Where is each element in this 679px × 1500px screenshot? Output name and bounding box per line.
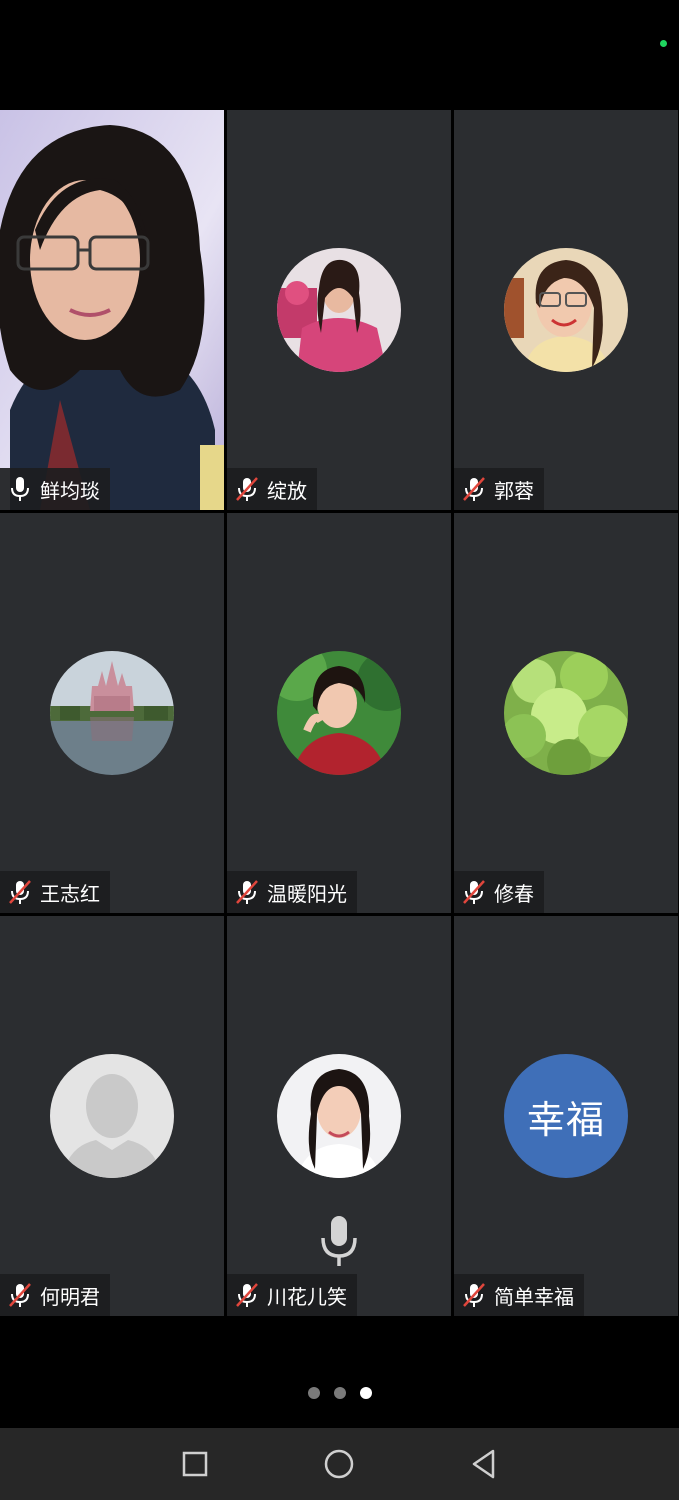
participant-name: 温暖阳光 xyxy=(267,881,347,906)
triangle-back-icon xyxy=(472,1449,495,1479)
recent-apps-button[interactable] xyxy=(177,1446,213,1482)
participant-name-tag: 王志红 xyxy=(0,871,110,913)
participant-name: 简单幸福 xyxy=(494,1284,574,1309)
microphone-icon xyxy=(6,475,34,503)
system-navigation-bar xyxy=(0,1428,679,1500)
participant-tile[interactable]: 绽放 xyxy=(227,110,451,510)
avatar-initials: 幸福 xyxy=(526,1097,605,1142)
participant-tile[interactable]: 幸福 简单幸福 xyxy=(454,916,678,1316)
participant-avatar xyxy=(504,248,628,372)
participant-tile[interactable]: 王志红 xyxy=(0,513,224,913)
participant-name-tag: 温暖阳光 xyxy=(227,871,357,913)
participant-name: 何明君 xyxy=(40,1284,100,1309)
microphone-muted-icon xyxy=(6,1281,34,1309)
page-dot-1[interactable] xyxy=(307,1387,320,1399)
back-button[interactable] xyxy=(466,1446,502,1482)
participant-name-tag: 修春 xyxy=(454,871,544,913)
home-button[interactable] xyxy=(321,1446,357,1482)
participant-name-tag: 郭蓉 xyxy=(454,468,544,510)
participant-name-tag: 鲜均琰 xyxy=(0,468,110,510)
page-dot-2[interactable] xyxy=(333,1387,346,1399)
participant-avatar xyxy=(504,651,628,775)
participant-avatar xyxy=(277,1054,401,1178)
participant-grid: 鲜均琰 绽放 郭蓉 王志红 温暖阳光 修春 何明君 川花儿笑 幸福 简单幸福 xyxy=(0,110,679,1316)
microphone-muted-icon xyxy=(6,878,34,906)
microphone-speaking-icon xyxy=(319,1214,359,1268)
microphone-muted-icon xyxy=(460,1281,488,1309)
participant-name: 绽放 xyxy=(267,478,307,503)
participant-tile[interactable]: 川花儿笑 xyxy=(227,916,451,1316)
participant-avatar xyxy=(277,651,401,775)
microphone-muted-icon xyxy=(460,878,488,906)
participant-tile[interactable]: 鲜均琰 xyxy=(0,110,224,510)
circle-icon xyxy=(324,1449,354,1479)
page-indicator[interactable] xyxy=(0,1387,679,1401)
participant-avatar xyxy=(50,651,174,775)
status-indicator-dot xyxy=(660,40,667,47)
microphone-muted-icon xyxy=(460,475,488,503)
participant-avatar xyxy=(277,248,401,372)
participant-tile[interactable]: 何明君 xyxy=(0,916,224,1316)
microphone-muted-icon xyxy=(233,475,261,503)
participant-tile[interactable]: 郭蓉 xyxy=(454,110,678,510)
participant-name: 鲜均琰 xyxy=(40,478,100,503)
text-avatar: 幸福 xyxy=(504,1054,628,1178)
default-avatar xyxy=(50,1054,174,1178)
participant-name: 郭蓉 xyxy=(494,478,534,503)
participant-name-tag: 绽放 xyxy=(227,468,317,510)
participant-name: 修春 xyxy=(494,881,534,906)
participant-name-tag: 何明君 xyxy=(0,1274,110,1316)
participant-tile[interactable]: 修春 xyxy=(454,513,678,913)
participant-video xyxy=(0,110,224,510)
square-icon xyxy=(182,1451,208,1477)
participant-name-tag: 简单幸福 xyxy=(454,1274,584,1316)
page-dot-3-active[interactable] xyxy=(359,1387,372,1399)
participant-name: 王志红 xyxy=(40,881,100,906)
participant-name-tag: 川花儿笑 xyxy=(227,1274,357,1316)
microphone-muted-icon xyxy=(233,878,261,906)
participant-name: 川花儿笑 xyxy=(267,1284,347,1309)
participant-tile[interactable]: 温暖阳光 xyxy=(227,513,451,913)
microphone-muted-icon xyxy=(233,1281,261,1309)
